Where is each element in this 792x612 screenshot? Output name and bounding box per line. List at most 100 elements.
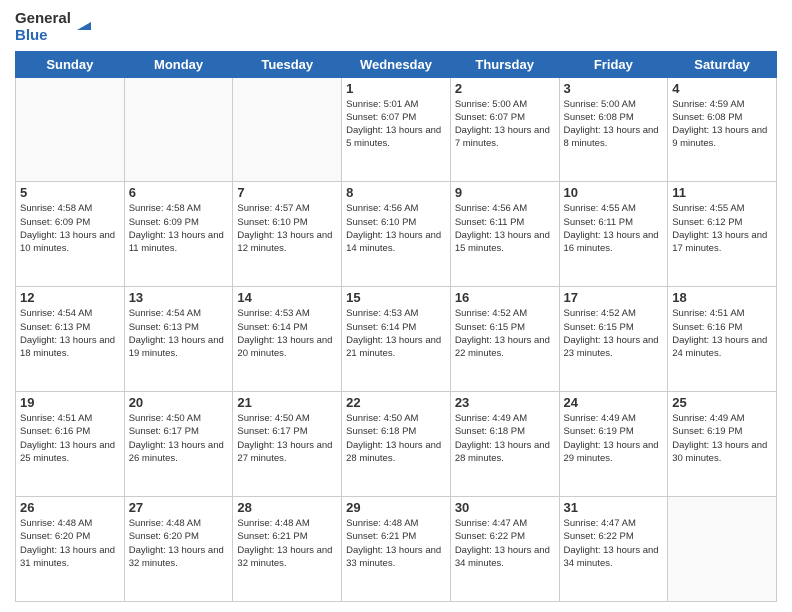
- calendar-cell: [16, 77, 125, 182]
- day-info: Sunrise: 4:47 AM Sunset: 6:22 PM Dayligh…: [564, 517, 664, 570]
- calendar-cell: 7 Sunrise: 4:57 AM Sunset: 6:10 PM Daylig…: [233, 182, 342, 287]
- day-number: 29: [346, 500, 446, 515]
- calendar-cell: 5Sunrise: 4:58 AM Sunset: 6:09 PM Daylig…: [16, 182, 125, 287]
- page-header: General Blue: [15, 10, 777, 45]
- day-info: Sunrise: 4:57 AM Sunset: 6:10 PM Dayligh…: [237, 202, 337, 255]
- day-number: 2: [455, 81, 555, 96]
- calendar-week-0: 1 Sunrise: 5:01 AM Sunset: 6:07 PM Daylig…: [16, 77, 777, 182]
- day-number: 31: [564, 500, 664, 515]
- day-number: 21: [237, 395, 337, 410]
- calendar-cell: 6Sunrise: 4:58 AM Sunset: 6:09 PM Daylig…: [124, 182, 233, 287]
- day-number: 20: [129, 395, 229, 410]
- calendar-cell: 19 Sunrise: 4:51 AM Sunset: 6:16 PM Dayli…: [16, 392, 125, 497]
- day-info: Sunrise: 4:59 AM Sunset: 6:08 PM Dayligh…: [672, 98, 772, 151]
- weekday-wednesday: Wednesday: [342, 51, 451, 77]
- day-number: 12: [20, 290, 120, 305]
- calendar-cell: 10Sunrise: 4:55 AM Sunset: 6:11 PM Dayli…: [559, 182, 668, 287]
- weekday-header-row: SundayMondayTuesdayWednesdayThursdayFrid…: [16, 51, 777, 77]
- day-info: Sunrise: 4:50 AM Sunset: 6:17 PM Dayligh…: [129, 412, 229, 465]
- day-number: 19: [20, 395, 120, 410]
- day-info: Sunrise: 4:56 AM Sunset: 6:10 PM Dayligh…: [346, 202, 446, 255]
- calendar-cell: [668, 497, 777, 602]
- day-number: 5: [20, 185, 120, 200]
- calendar-cell: 12 Sunrise: 4:54 AM Sunset: 6:13 PM Dayli…: [16, 287, 125, 392]
- day-info: Sunrise: 4:53 AM Sunset: 6:14 PM Dayligh…: [346, 307, 446, 360]
- day-number: 25: [672, 395, 772, 410]
- day-number: 26: [20, 500, 120, 515]
- calendar-week-4: 26 Sunrise: 4:48 AM Sunset: 6:20 PM Dayli…: [16, 497, 777, 602]
- day-number: 9: [455, 185, 555, 200]
- day-info: Sunrise: 4:47 AM Sunset: 6:22 PM Dayligh…: [455, 517, 555, 570]
- calendar-week-1: 5 Sunrise: 4:58 AM Sunset: 6:09 PM Daylig…: [16, 182, 777, 287]
- day-info: Sunrise: 5:00 AM Sunset: 6:08 PM Dayligh…: [564, 98, 664, 151]
- calendar-table: SundayMondayTuesdayWednesdayThursdayFrid…: [15, 51, 777, 603]
- day-info: Sunrise: 4:55 AM Sunset: 6:11 PM Dayligh…: [564, 202, 664, 255]
- day-number: 7: [237, 185, 337, 200]
- calendar-cell: 13 Sunrise: 4:54 AM Sunset: 6:13 PM Dayli…: [124, 287, 233, 392]
- day-info: Sunrise: 4:56 AM Sunset: 6:11 PM Dayligh…: [455, 202, 555, 255]
- calendar-cell: 3Sunrise: 5:00 AM Sunset: 6:08 PM Daylig…: [559, 77, 668, 182]
- calendar-cell: 4 Sunrise: 4:59 AM Sunset: 6:08 PM Daylig…: [668, 77, 777, 182]
- day-number: 13: [129, 290, 229, 305]
- calendar-cell: 31 Sunrise: 4:47 AM Sunset: 6:22 PM Dayli…: [559, 497, 668, 602]
- weekday-friday: Friday: [559, 51, 668, 77]
- calendar-cell: [233, 77, 342, 182]
- calendar-cell: 21Sunrise: 4:50 AM Sunset: 6:17 PM Dayli…: [233, 392, 342, 497]
- day-info: Sunrise: 5:01 AM Sunset: 6:07 PM Dayligh…: [346, 98, 446, 151]
- calendar-cell: 24 Sunrise: 4:49 AM Sunset: 6:19 PM Dayli…: [559, 392, 668, 497]
- day-info: Sunrise: 4:52 AM Sunset: 6:15 PM Dayligh…: [564, 307, 664, 360]
- calendar-cell: 22Sunrise: 4:50 AM Sunset: 6:18 PM Dayli…: [342, 392, 451, 497]
- day-number: 4: [672, 81, 772, 96]
- calendar-cell: 29 Sunrise: 4:48 AM Sunset: 6:21 PM Dayli…: [342, 497, 451, 602]
- calendar-cell: 11 Sunrise: 4:55 AM Sunset: 6:12 PM Dayli…: [668, 182, 777, 287]
- weekday-sunday: Sunday: [16, 51, 125, 77]
- calendar-cell: 8 Sunrise: 4:56 AM Sunset: 6:10 PM Daylig…: [342, 182, 451, 287]
- calendar-cell: 9 Sunrise: 4:56 AM Sunset: 6:11 PM Daylig…: [450, 182, 559, 287]
- calendar-cell: 27Sunrise: 4:48 AM Sunset: 6:20 PM Dayli…: [124, 497, 233, 602]
- calendar-cell: 28 Sunrise: 4:48 AM Sunset: 6:21 PM Dayli…: [233, 497, 342, 602]
- logo-blue-text: Blue: [15, 27, 71, 44]
- day-info: Sunrise: 4:54 AM Sunset: 6:13 PM Dayligh…: [129, 307, 229, 360]
- weekday-thursday: Thursday: [450, 51, 559, 77]
- day-info: Sunrise: 4:55 AM Sunset: 6:12 PM Dayligh…: [672, 202, 772, 255]
- day-info: Sunrise: 4:49 AM Sunset: 6:19 PM Dayligh…: [564, 412, 664, 465]
- day-info: Sunrise: 4:48 AM Sunset: 6:21 PM Dayligh…: [237, 517, 337, 570]
- day-number: 8: [346, 185, 446, 200]
- day-info: Sunrise: 4:48 AM Sunset: 6:21 PM Dayligh…: [346, 517, 446, 570]
- calendar-cell: 30 Sunrise: 4:47 AM Sunset: 6:22 PM Dayli…: [450, 497, 559, 602]
- weekday-saturday: Saturday: [668, 51, 777, 77]
- day-number: 15: [346, 290, 446, 305]
- day-number: 18: [672, 290, 772, 305]
- day-number: 11: [672, 185, 772, 200]
- calendar-cell: 1 Sunrise: 5:01 AM Sunset: 6:07 PM Daylig…: [342, 77, 451, 182]
- logo: General Blue: [15, 10, 95, 45]
- day-info: Sunrise: 4:49 AM Sunset: 6:18 PM Dayligh…: [455, 412, 555, 465]
- calendar-cell: 17 Sunrise: 4:52 AM Sunset: 6:15 PM Dayli…: [559, 287, 668, 392]
- calendar-cell: 16 Sunrise: 4:52 AM Sunset: 6:15 PM Dayli…: [450, 287, 559, 392]
- day-number: 24: [564, 395, 664, 410]
- day-number: 23: [455, 395, 555, 410]
- day-info: Sunrise: 4:50 AM Sunset: 6:18 PM Dayligh…: [346, 412, 446, 465]
- day-number: 28: [237, 500, 337, 515]
- calendar-week-3: 19 Sunrise: 4:51 AM Sunset: 6:16 PM Dayli…: [16, 392, 777, 497]
- calendar-cell: [124, 77, 233, 182]
- calendar-cell: 18 Sunrise: 4:51 AM Sunset: 6:16 PM Dayli…: [668, 287, 777, 392]
- day-number: 16: [455, 290, 555, 305]
- day-number: 30: [455, 500, 555, 515]
- calendar-cell: 26 Sunrise: 4:48 AM Sunset: 6:20 PM Dayli…: [16, 497, 125, 602]
- day-info: Sunrise: 4:48 AM Sunset: 6:20 PM Dayligh…: [20, 517, 120, 570]
- logo-arrow-icon: [73, 12, 95, 34]
- day-info: Sunrise: 5:00 AM Sunset: 6:07 PM Dayligh…: [455, 98, 555, 151]
- logo-general-text: General: [15, 10, 71, 27]
- day-info: Sunrise: 4:53 AM Sunset: 6:14 PM Dayligh…: [237, 307, 337, 360]
- day-number: 17: [564, 290, 664, 305]
- day-number: 1: [346, 81, 446, 96]
- day-info: Sunrise: 4:51 AM Sunset: 6:16 PM Dayligh…: [672, 307, 772, 360]
- calendar-cell: 20 Sunrise: 4:50 AM Sunset: 6:17 PM Dayli…: [124, 392, 233, 497]
- calendar-week-2: 12 Sunrise: 4:54 AM Sunset: 6:13 PM Dayli…: [16, 287, 777, 392]
- day-info: Sunrise: 4:54 AM Sunset: 6:13 PM Dayligh…: [20, 307, 120, 360]
- day-info: Sunrise: 4:58 AM Sunset: 6:09 PM Dayligh…: [129, 202, 229, 255]
- day-info: Sunrise: 4:52 AM Sunset: 6:15 PM Dayligh…: [455, 307, 555, 360]
- day-number: 14: [237, 290, 337, 305]
- day-info: Sunrise: 4:51 AM Sunset: 6:16 PM Dayligh…: [20, 412, 120, 465]
